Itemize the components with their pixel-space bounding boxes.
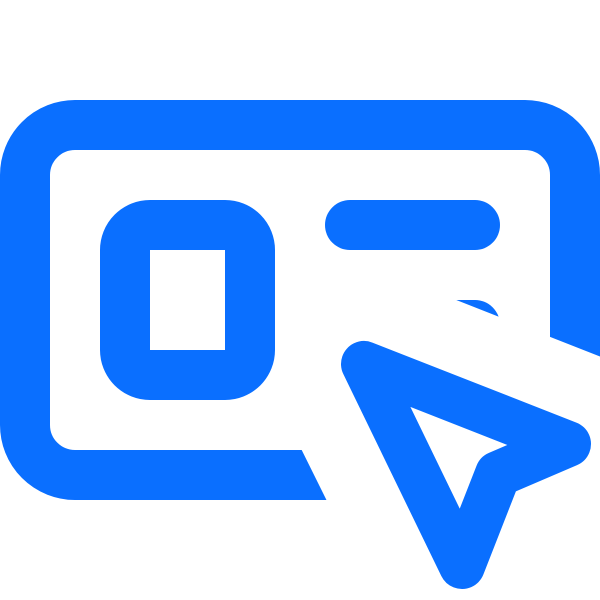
card-cursor-click-icon [0, 100, 600, 589]
text-line [325, 200, 500, 250]
text-line-short [400, 300, 500, 350]
icon-canvas [0, 0, 600, 600]
image-placeholder [100, 200, 275, 400]
